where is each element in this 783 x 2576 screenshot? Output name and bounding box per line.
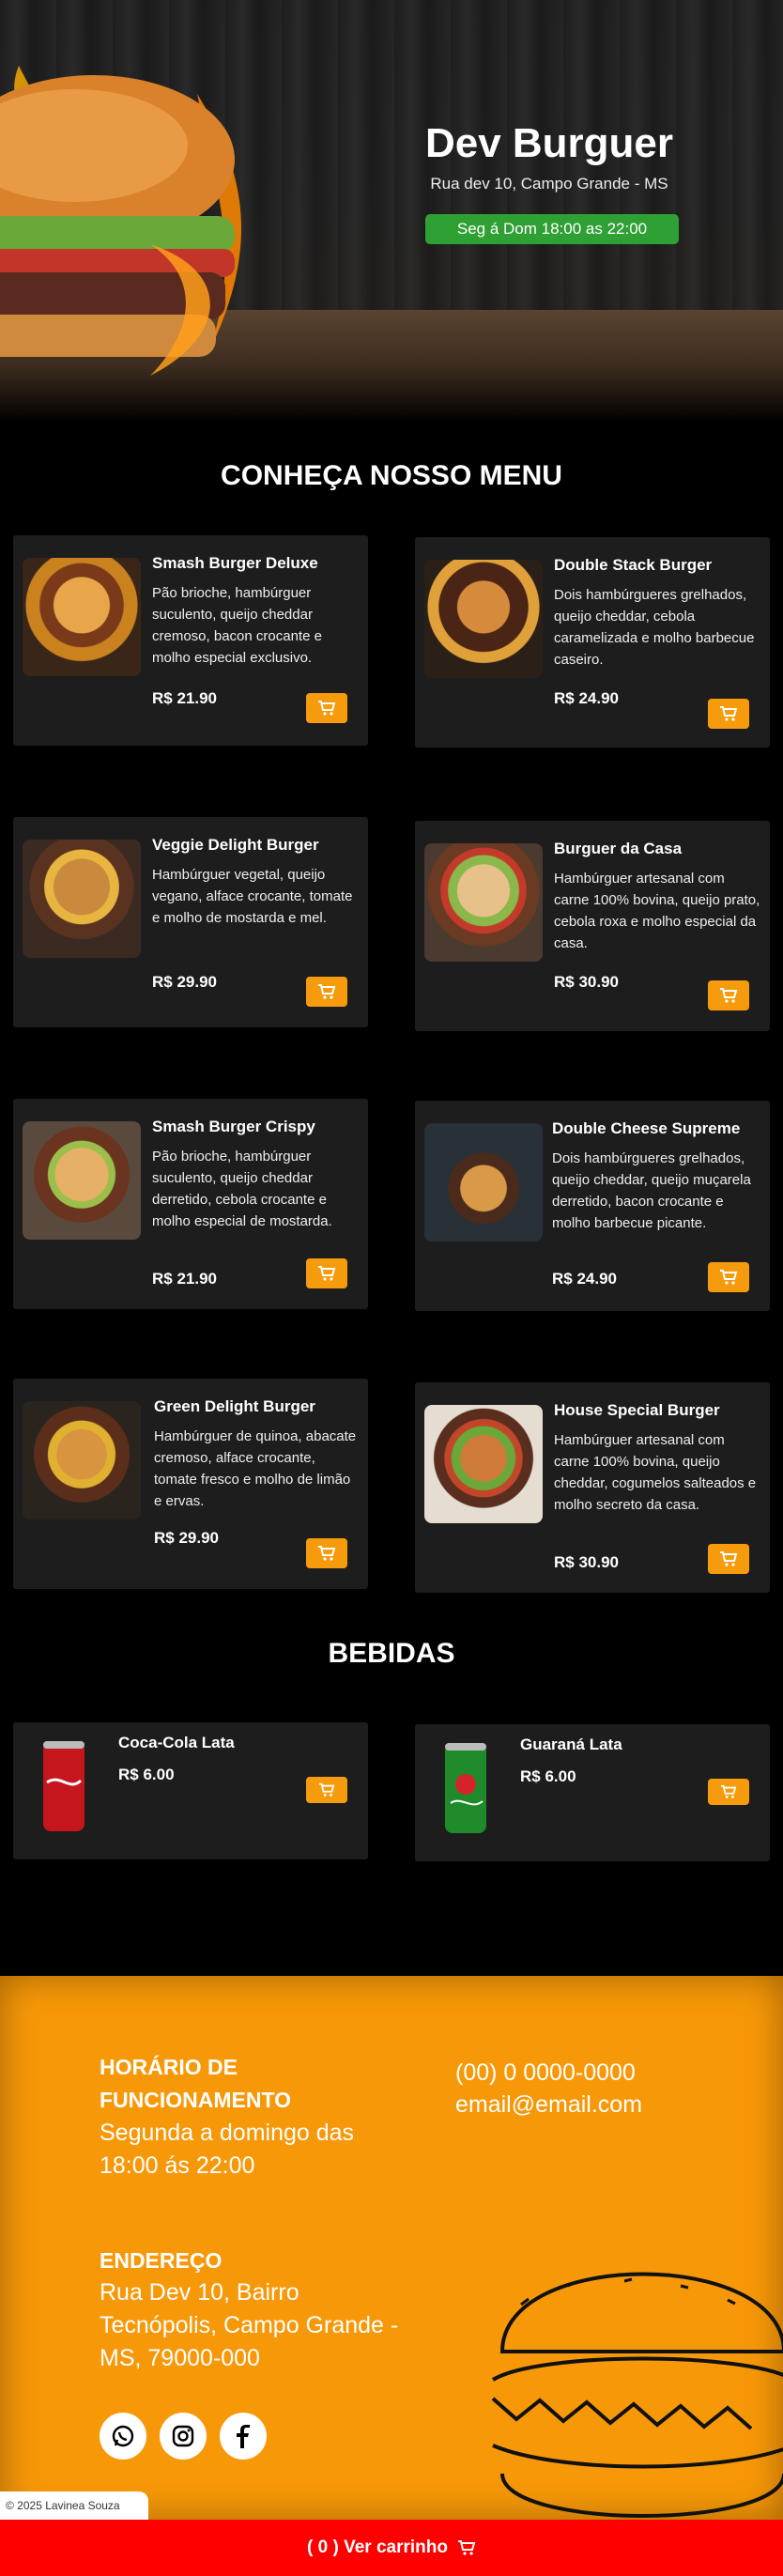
item-price: R$ 24.90 — [554, 689, 619, 707]
item-name: Smash Burger Crispy — [152, 1118, 315, 1135]
cart-icon — [720, 988, 738, 1003]
item-price: R$ 21.90 — [152, 689, 217, 707]
cart-icon — [720, 1551, 738, 1566]
item-price: R$ 29.90 — [154, 1529, 219, 1547]
address-text: Rua Dev 10, Bairro Tecnópolis, Campo Gra… — [100, 2279, 399, 2371]
cart-icon — [457, 2540, 476, 2555]
instagram-icon — [172, 2425, 194, 2447]
item-description: Pão brioche, hambúrguer suculento, queij… — [152, 1149, 332, 1229]
menu-item-card: Green Delight Burger Hambúrguer de quino… — [13, 1379, 368, 1589]
coca-cola-can-image — [43, 1741, 84, 1831]
item-price: R$ 21.90 — [152, 1270, 217, 1288]
facebook-icon — [237, 2425, 250, 2448]
item-price: R$ 6.00 — [520, 1767, 576, 1785]
add-to-cart-button[interactable] — [708, 1779, 749, 1805]
add-to-cart-button[interactable] — [306, 1538, 347, 1568]
add-to-cart-button[interactable] — [708, 980, 749, 1010]
view-cart-button[interactable]: ( 0 ) Ver carrinho — [0, 2520, 783, 2576]
item-name: Double Stack Burger — [554, 556, 713, 574]
add-to-cart-button[interactable] — [708, 1262, 749, 1292]
item-name: Double Cheese Supreme — [552, 1119, 741, 1137]
burger-outline-illustration — [491, 2272, 783, 2518]
drink-item-card: Guaraná Lata R$ 6.00 — [415, 1724, 770, 1861]
burger-image — [424, 560, 543, 678]
item-price: R$ 6.00 — [118, 1766, 175, 1783]
menu-item-card: Smash Burger Deluxe Pão brioche, hambúrg… — [13, 535, 368, 746]
burger-image — [424, 1123, 543, 1242]
add-to-cart-button[interactable] — [708, 699, 749, 729]
add-to-cart-button[interactable] — [306, 1258, 347, 1288]
burger-image — [23, 558, 141, 676]
add-to-cart-button[interactable] — [306, 977, 347, 1007]
address-heading: ENDEREÇO — [100, 2248, 223, 2273]
cart-icon — [720, 1270, 738, 1285]
item-description: Pão brioche, hambúrguer suculento, queij… — [152, 585, 322, 666]
item-price: R$ 30.90 — [554, 1553, 619, 1571]
burger-image — [424, 843, 543, 962]
copyright-notice: © 2025 Lavinea Souza — [0, 2491, 148, 2520]
menu-item-card: Double Cheese Supreme Dois hambúrgueres … — [415, 1101, 770, 1311]
cart-icon — [720, 706, 738, 721]
cart-icon — [319, 1782, 335, 1797]
item-name: Burguer da Casa — [554, 840, 683, 857]
item-name: House Special Burger — [554, 1401, 720, 1419]
hero-burger-image — [0, 66, 242, 376]
burger-image — [23, 1121, 141, 1240]
item-description: Hambúrguer vegetal, queijo vegano, alfac… — [152, 867, 353, 926]
guarana-can-image — [445, 1743, 486, 1833]
menu-item-card: Veggie Delight Burger Hambúrguer vegetal… — [13, 817, 368, 1027]
item-description: Hambúrguer de quinoa, abacate cremoso, a… — [154, 1428, 357, 1509]
restaurant-title: Dev Burguer — [424, 120, 674, 166]
item-description: Dois hambúrgueres grelhados, queijo ched… — [554, 587, 755, 668]
item-price: R$ 24.90 — [552, 1270, 617, 1288]
email-address: email@email.com — [455, 2091, 643, 2118]
add-to-cart-button[interactable] — [306, 1777, 347, 1803]
hero-banner: Dev Burguer Rua dev 10, Campo Grande - M… — [0, 0, 783, 423]
instagram-button[interactable] — [160, 2413, 207, 2460]
restaurant-address: Rua dev 10, Campo Grande - MS — [430, 175, 668, 193]
add-to-cart-button[interactable] — [708, 1544, 749, 1574]
burger-image — [23, 840, 141, 958]
item-price: R$ 29.90 — [152, 973, 217, 991]
whatsapp-button[interactable] — [100, 2413, 146, 2460]
menu-item-card: Burguer da Casa Hambúrguer artesanal com… — [415, 821, 770, 1031]
hours-heading: HORÁRIO DE FUNCIONAMENTO — [100, 2055, 292, 2112]
hours-text: Segunda a domingo das 18:00 ás 22:00 — [100, 2120, 355, 2179]
whatsapp-icon — [112, 2425, 134, 2447]
footer: HORÁRIO DE FUNCIONAMENTO Segunda a domin… — [0, 1976, 783, 2521]
cart-icon — [318, 701, 336, 716]
cart-icon — [318, 984, 336, 999]
cart-icon — [721, 1784, 737, 1798]
cart-icon — [318, 1546, 336, 1561]
facebook-button[interactable] — [220, 2413, 267, 2460]
view-cart-label: ( 0 ) Ver carrinho — [307, 2537, 448, 2557]
add-to-cart-button[interactable] — [306, 693, 347, 723]
item-description: Hambúrguer artesanal com carne 100% bovi… — [554, 871, 760, 951]
menu-item-card: Smash Burger Crispy Pão brioche, hambúrg… — [13, 1099, 368, 1309]
item-name: Green Delight Burger — [154, 1397, 315, 1415]
cart-icon — [318, 1266, 336, 1281]
item-description: Dois hambúrgueres grelhados, queijo ched… — [552, 1150, 751, 1231]
burger-image — [424, 1405, 543, 1523]
menu-item-card: House Special Burger Hambúrguer artesana… — [415, 1382, 770, 1593]
drinks-section-title: BEBIDAS — [328, 1638, 455, 1669]
menu-section-title: CONHEÇA NOSSO MENU — [221, 460, 562, 491]
item-name: Coca-Cola Lata — [118, 1734, 235, 1751]
item-name: Veggie Delight Burger — [152, 836, 319, 854]
item-price: R$ 30.90 — [554, 973, 619, 991]
phone-number: (00) 0 0000-0000 — [455, 2059, 636, 2086]
opening-hours-badge: Seg á Dom 18:00 as 22:00 — [425, 214, 679, 244]
item-name: Smash Burger Deluxe — [152, 554, 318, 572]
burger-image — [23, 1401, 141, 1519]
item-name: Guaraná Lata — [520, 1735, 622, 1753]
drink-item-card: Coca-Cola Lata R$ 6.00 — [13, 1722, 368, 1859]
item-description: Hambúrguer artesanal com carne 100% bovi… — [554, 1432, 757, 1513]
menu-item-card: Double Stack Burger Dois hambúrgueres gr… — [415, 537, 770, 748]
